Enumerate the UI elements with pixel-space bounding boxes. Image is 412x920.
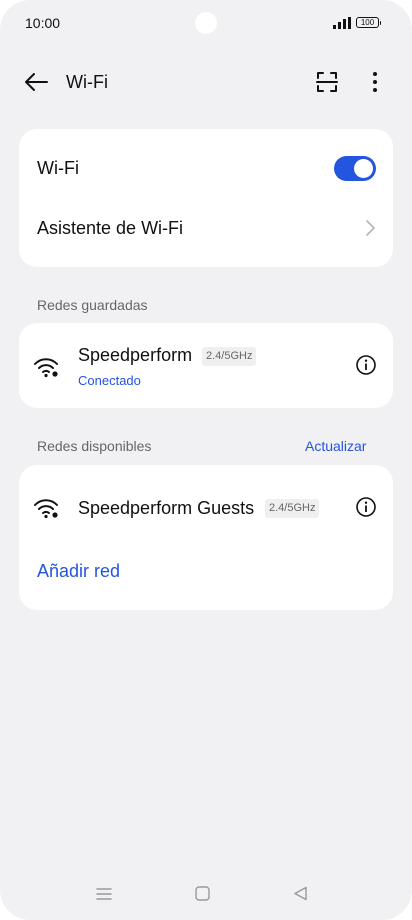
back-arrow-icon[interactable] <box>23 70 49 94</box>
saved-networks-heading: Redes guardadas <box>37 297 148 313</box>
system-nav-bar <box>0 860 412 920</box>
phone-screen: 10:00 100 Wi-Fi Wi-Fi Asistente de Wi-Fi… <box>0 0 412 920</box>
front-camera <box>195 12 217 34</box>
wifi-settings-card: Wi-Fi Asistente de Wi-Fi <box>19 129 393 267</box>
menu-icon[interactable] <box>96 887 112 901</box>
more-vertical-icon[interactable] <box>366 70 384 94</box>
qr-scan-icon[interactable] <box>316 71 338 93</box>
available-networks-card: Speedperform Guests 2.4/5GHz Añadir red <box>19 465 393 610</box>
status-bar: 10:00 100 <box>0 0 412 46</box>
saved-network-item[interactable]: Speedperform 2.4/5GHz Conectado <box>19 323 393 408</box>
network-status: Conectado <box>78 373 141 388</box>
battery-icon: 100 <box>356 17 381 28</box>
signal-icon <box>333 17 351 29</box>
wifi-icon <box>34 499 58 519</box>
app-header: Wi-Fi <box>0 60 412 104</box>
toggle-knob <box>354 159 373 178</box>
wifi-icon <box>34 358 58 378</box>
band-badge: 2.4/5GHz <box>265 499 320 518</box>
back-triangle-icon[interactable] <box>293 886 308 901</box>
refresh-button[interactable]: Actualizar <box>305 438 366 454</box>
wifi-toggle-label: Wi-Fi <box>37 158 79 178</box>
available-networks-heading: Redes disponibles <box>37 438 152 454</box>
wifi-assistant-item[interactable]: Asistente de Wi-Fi <box>37 218 183 239</box>
band-badge: 2.4/5GHz <box>202 347 257 366</box>
network-name[interactable]: Speedperform Guests <box>78 498 254 519</box>
info-icon[interactable] <box>355 496 377 518</box>
page-title: Wi-Fi <box>66 72 108 92</box>
status-time: 10:00 <box>25 15 61 31</box>
home-square-icon[interactable] <box>195 886 210 901</box>
add-network-button[interactable]: Añadir red <box>37 561 120 582</box>
network-name: Speedperform <box>78 345 193 365</box>
info-icon[interactable] <box>355 354 377 376</box>
chevron-right-icon <box>366 220 375 236</box>
wifi-toggle[interactable] <box>334 156 376 181</box>
